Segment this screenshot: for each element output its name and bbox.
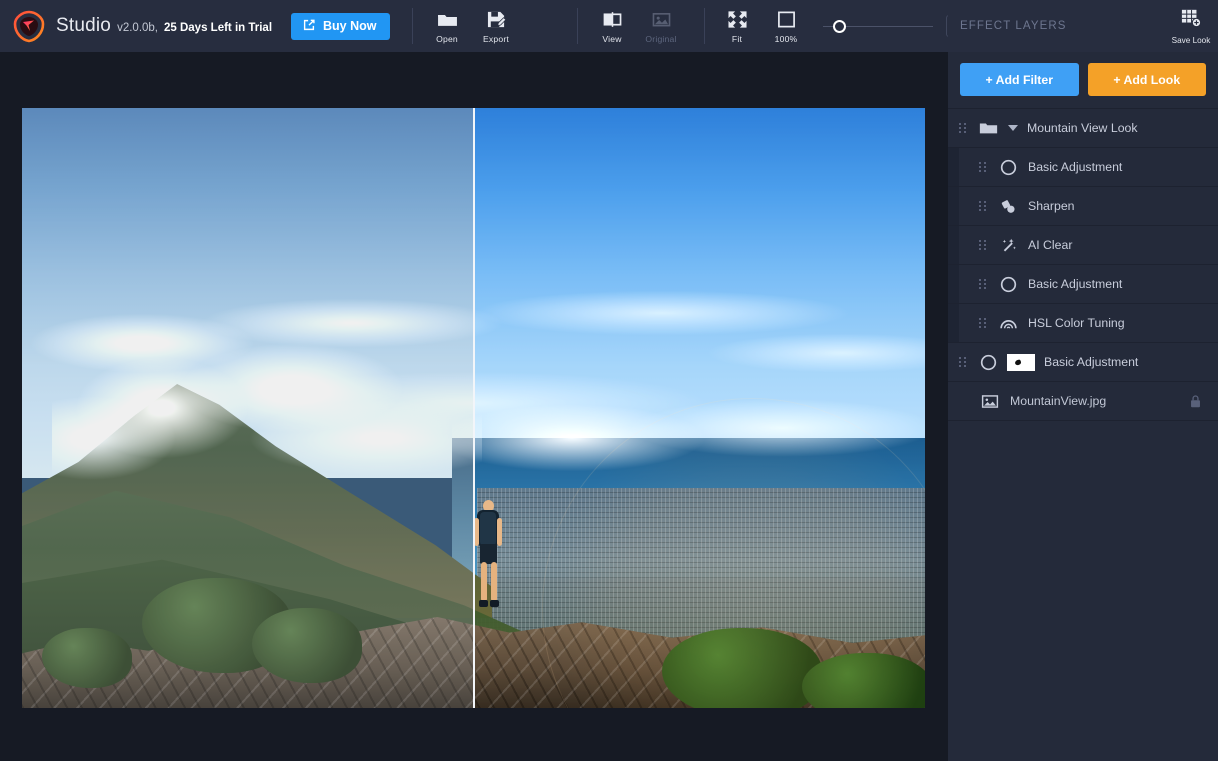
view-button[interactable]: View: [588, 0, 637, 52]
layer-row-group[interactable]: Mountain View Look: [948, 109, 1218, 148]
aperture-icon: [977, 354, 999, 371]
layer-row[interactable]: Sharpen: [948, 187, 1218, 226]
save-look-label: Save Look: [1172, 36, 1211, 45]
actual-size-label: 100%: [775, 34, 798, 44]
layer-row[interactable]: HSL Color Tuning: [948, 304, 1218, 343]
hsl-rainbow-icon: [997, 316, 1019, 331]
bush: [252, 608, 362, 683]
drag-handle-icon[interactable]: [979, 279, 988, 290]
layer-mask-thumbnail[interactable]: [1007, 354, 1035, 371]
layer-row-file[interactable]: MountainView.jpg: [948, 382, 1218, 421]
external-link-icon: [302, 18, 316, 35]
toolbar-divider-2: [577, 8, 578, 44]
toolbar-divider: [412, 8, 413, 44]
sharpen-icon: [997, 198, 1019, 215]
buy-now-button[interactable]: Buy Now: [291, 13, 389, 40]
layer-name: Basic Adjustment: [1044, 355, 1138, 369]
zoom-slider[interactable]: [823, 19, 933, 33]
image-thumbnail-icon: [979, 394, 1001, 409]
drag-handle-icon[interactable]: [979, 318, 988, 329]
photo-original-half: [22, 108, 473, 708]
aperture-icon: [997, 276, 1019, 293]
layer-row[interactable]: Basic Adjustment: [948, 148, 1218, 187]
layer-row-masked[interactable]: Basic Adjustment: [948, 343, 1218, 382]
open-button[interactable]: Open: [423, 0, 472, 52]
app-version: v2.0.0b,: [117, 22, 158, 34]
layer-name: AI Clear: [1028, 238, 1072, 252]
layer-name: Basic Adjustment: [1028, 160, 1122, 174]
drag-handle-icon[interactable]: [959, 357, 968, 368]
add-buttons-row: + Add Filter + Add Look: [948, 52, 1218, 108]
view-label: View: [602, 34, 621, 44]
add-look-button[interactable]: + Add Look: [1088, 63, 1207, 96]
split-view-icon: [602, 9, 623, 31]
buy-now-label: Buy Now: [323, 19, 376, 33]
compare-split-handle[interactable]: [473, 108, 475, 708]
app-title: Studio: [56, 15, 111, 37]
export-label: Export: [483, 34, 509, 44]
view-tool-group: View Original: [588, 0, 686, 52]
hiker-figure: [474, 500, 508, 622]
brand-area: Studio v2.0.0b, 25 Days Left in Trial Bu…: [0, 0, 390, 52]
ai-sparkle-wand-icon: [997, 237, 1019, 254]
save-look-grid-icon: [1180, 8, 1202, 33]
bush: [802, 653, 925, 708]
layer-name: MountainView.jpg: [1010, 394, 1106, 408]
file-tool-group: Open Export: [423, 0, 521, 52]
export-save-icon: [486, 9, 507, 31]
lock-icon[interactable]: [1189, 394, 1202, 409]
aperture-icon: [997, 159, 1019, 176]
cloud-mass-left: [52, 298, 473, 498]
original-image-icon: [651, 9, 672, 31]
drag-handle-icon[interactable]: [979, 201, 988, 212]
save-look-button[interactable]: Save Look: [1168, 0, 1214, 52]
layer-row[interactable]: AI Clear: [948, 226, 1218, 265]
zoom-tool-group: Fit 100%: [713, 0, 811, 52]
open-label: Open: [436, 34, 458, 44]
photo-preview[interactable]: [22, 108, 925, 708]
chevron-down-icon[interactable]: [1008, 125, 1018, 131]
original-button[interactable]: Original: [637, 0, 686, 52]
panel-title: EFFECT LAYERS: [960, 20, 1067, 32]
layer-name: HSL Color Tuning: [1028, 316, 1125, 330]
panel-header: EFFECT LAYERS Save Look: [948, 0, 1218, 52]
layer-list: Mountain View Look Basic Adjustment Shar…: [948, 108, 1218, 421]
add-filter-button[interactable]: + Add Filter: [960, 63, 1079, 96]
image-canvas[interactable]: [0, 52, 948, 761]
bush: [662, 628, 822, 708]
scene-edited: [474, 108, 925, 708]
bush: [42, 628, 132, 688]
photo-edited-half: [474, 108, 925, 708]
zoom-slider-knob[interactable]: [833, 20, 846, 33]
layer-name: Mountain View Look: [1027, 121, 1138, 135]
trial-status: 25 Days Left in Trial: [164, 22, 272, 34]
toolbar-divider-3: [704, 8, 705, 44]
shield-logo-icon: [12, 10, 46, 43]
app-window: Studio v2.0.0b, 25 Days Left in Trial Bu…: [0, 0, 1218, 761]
folder-icon: [437, 9, 458, 31]
drag-handle-icon[interactable]: [979, 162, 988, 173]
drag-handle-icon[interactable]: [959, 123, 968, 134]
effect-layers-panel: EFFECT LAYERS Save Look + Add Filter: [948, 0, 1218, 761]
export-button[interactable]: Export: [472, 0, 521, 52]
scene-original: [22, 108, 473, 708]
title-block: Studio v2.0.0b, 25 Days Left in Trial: [56, 15, 272, 37]
actual-size-icon: [776, 9, 797, 31]
original-label: Original: [645, 34, 676, 44]
drag-handle-icon[interactable]: [979, 240, 988, 251]
layer-row[interactable]: Basic Adjustment: [948, 265, 1218, 304]
fit-button[interactable]: Fit: [713, 0, 762, 52]
layer-name: Sharpen: [1028, 199, 1075, 213]
cloud-mass-right: [474, 378, 925, 528]
fit-label: Fit: [732, 34, 742, 44]
folder-icon: [977, 120, 999, 136]
layer-name: Basic Adjustment: [1028, 277, 1122, 291]
fit-arrows-icon: [727, 9, 748, 31]
actual-size-button[interactable]: 100%: [762, 0, 811, 52]
